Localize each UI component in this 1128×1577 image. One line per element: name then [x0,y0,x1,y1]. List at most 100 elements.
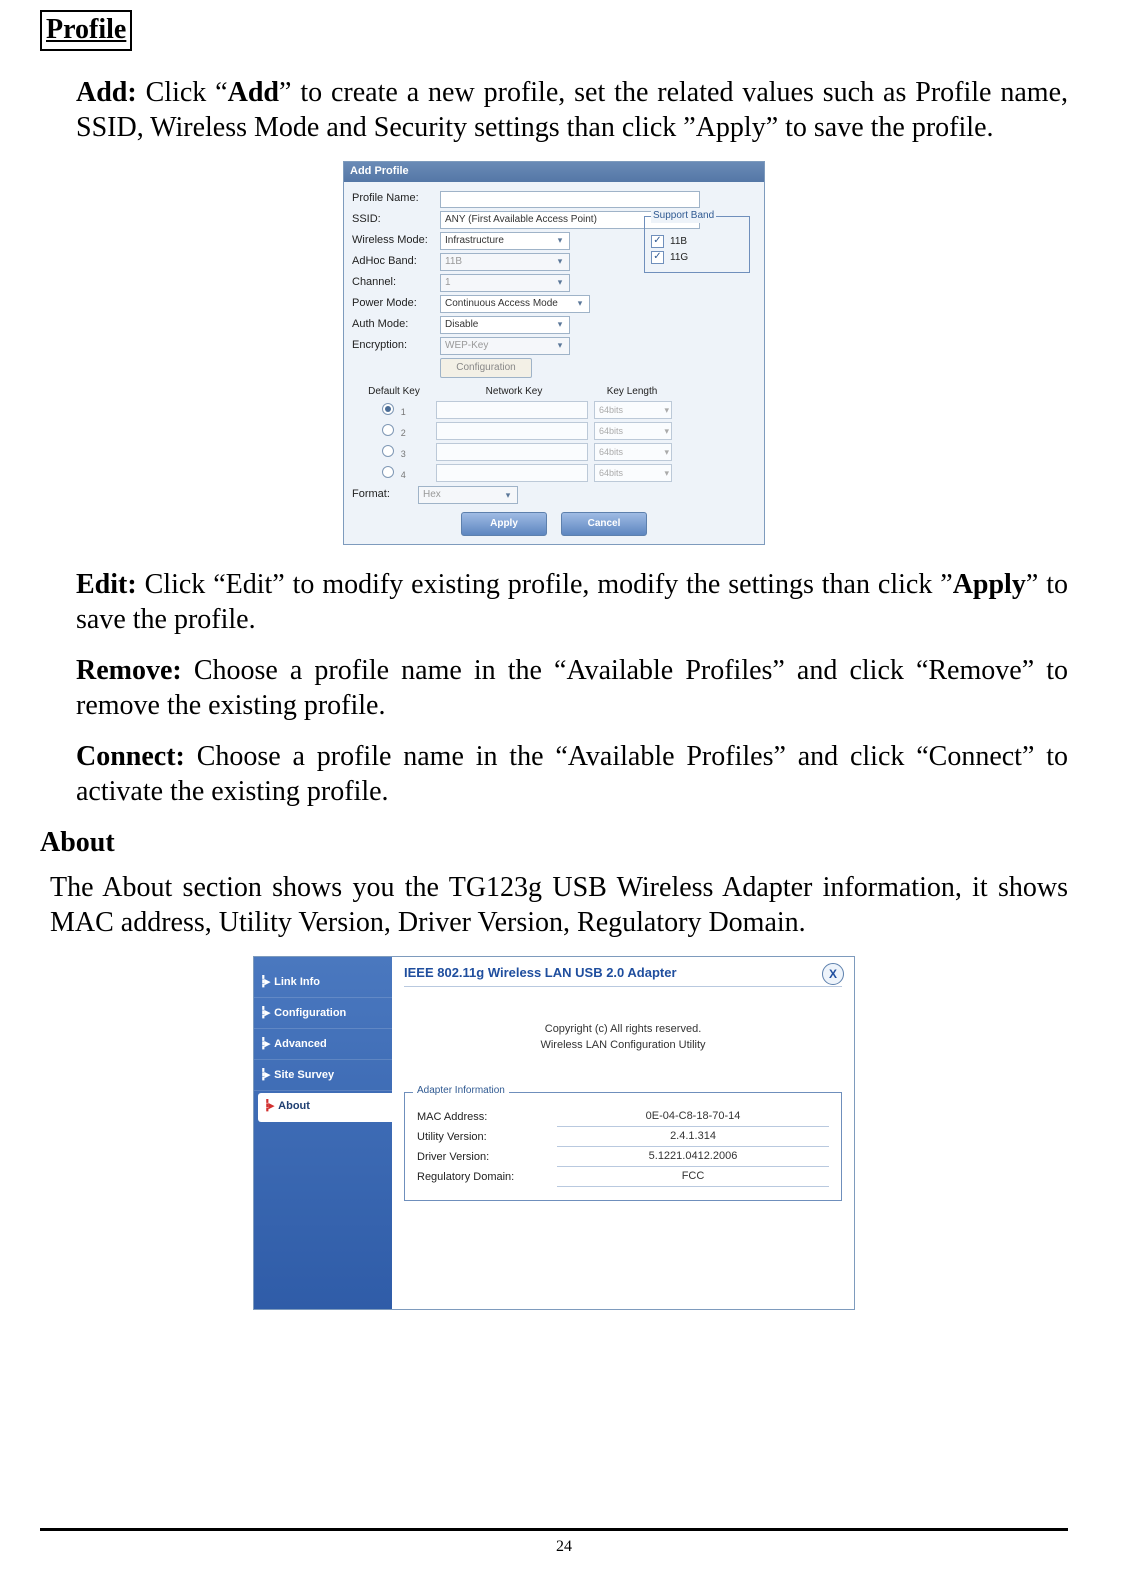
footer-rule [40,1528,1068,1531]
val-utility-version: 2.4.1.314 [557,1130,829,1147]
connect-label: Connect: [76,741,185,772]
chevron-down-icon: ▾ [664,405,669,416]
ssid-value: ANY (First Available Access Point) [445,214,597,227]
about-copyright: Copyright (c) All rights reserved. [404,1021,842,1038]
add-bold: Add [228,77,279,108]
lbl-power-mode: Power Mode: [352,297,434,311]
format-value: Hex [423,489,441,502]
adapter-info-group: Adapter Information MAC Address:0E-04-C8… [404,1092,842,1201]
dialog-title: Add Profile [344,162,764,182]
select-keylen-4: 64bits ▾ [594,464,672,482]
input-profile-name[interactable] [440,191,700,208]
chevron-down-icon: ▾ [664,468,669,479]
sidebar-label-about: About [278,1100,310,1114]
checkbox-11b[interactable]: ✓ [651,235,664,248]
auth-mode-value: Disable [445,319,478,332]
keylen-2-value: 64bits [599,426,623,437]
about-sidebar: ┇▸Link Info ┇▸Configuration ┇▸Advanced ┇… [254,957,392,1309]
input-key-2[interactable] [436,422,588,440]
wireless-mode-value: Infrastructure [445,235,504,248]
sidebar-item-advanced[interactable]: ┇▸Advanced [254,1031,392,1060]
select-keylen-3: 64bits ▾ [594,443,672,461]
connect-text: Choose a profile name in the “Available … [76,741,1068,807]
sidebar-item-site-survey[interactable]: ┇▸ Site Survey [254,1062,392,1091]
select-auth-mode[interactable]: Disable▾ [440,316,570,334]
lbl-format: Format: [352,488,412,502]
chevron-down-icon: ▾ [553,340,567,351]
input-key-1[interactable] [436,401,588,419]
sidebar-label-site-survey: Site Survey [274,1069,334,1083]
chevron-down-icon: ▾ [573,298,587,309]
select-adhoc-band: 11B ▾ [440,253,570,271]
hdr-network-key: Network Key [436,386,592,399]
about-window: ┇▸Link Info ┇▸Configuration ┇▸Advanced ┇… [253,956,855,1310]
key-row-3: 3 64bits▾ [352,443,756,461]
chevron-down-icon: ▾ [553,235,567,246]
bullet-icon: ┇▸ [260,1069,268,1083]
radio-key-4[interactable] [382,466,394,478]
apply-button[interactable]: Apply [461,512,547,536]
sidebar-item-link-info[interactable]: ┇▸Link Info [254,969,392,998]
sidebar-item-configuration[interactable]: ┇▸Configuration [254,1000,392,1029]
remove-label: Remove: [76,655,182,686]
sidebar-label-link-info: Link Info [274,976,320,990]
select-wireless-mode[interactable]: Infrastructure ▾ [440,232,570,250]
edit-bold: Apply [953,569,1026,600]
lbl-wireless-mode: Wireless Mode: [352,234,434,248]
lbl-channel: Channel: [352,276,434,290]
bullet-icon: ┇▸ [264,1100,272,1114]
lbl-11b: 11B [670,236,687,247]
lbl-ssid: SSID: [352,213,434,227]
adhoc-band-value: 11B [445,256,462,269]
about-copy-block: Copyright (c) All rights reserved. Wirel… [404,1021,842,1054]
keylen-1-value: 64bits [599,405,623,416]
support-band-group: Support Band ✓11B ✓11G [644,216,750,273]
chevron-down-icon: ▾ [553,256,567,267]
power-mode-value: Continuous Access Mode [445,298,558,311]
select-channel: 1▾ [440,274,570,292]
add-profile-dialog: Add Profile Profile Name: SSID: ANY (Fir… [343,161,765,545]
chevron-down-icon: ▾ [501,490,515,501]
lbl-adhoc-band: AdHoc Band: [352,255,434,269]
input-key-4[interactable] [436,464,588,482]
cancel-button[interactable]: Cancel [561,512,647,536]
page-number: 24 [0,1537,1128,1557]
add-text-a: Click “ [137,77,228,108]
about-product-line: Wireless LAN Configuration Utility [404,1037,842,1054]
select-power-mode[interactable]: Continuous Access Mode ▾ [440,295,590,313]
radio-key-2[interactable] [382,424,394,436]
remove-text: Choose a profile name in the “Available … [76,655,1068,721]
about-screenshot: ┇▸Link Info ┇▸Configuration ┇▸Advanced ┇… [40,956,1068,1310]
hdr-key-length: Key Length [592,386,672,399]
select-format: Hex ▾ [418,486,518,504]
section-title-profile: Profile [40,10,132,51]
keylen-4-value: 64bits [599,468,623,479]
lbl-driver-version: Driver Version: [417,1151,557,1165]
configuration-button: Configuration [440,358,532,378]
para-connect: Connect: Choose a profile name in the “A… [76,739,1068,809]
radio-key-3[interactable] [382,445,394,457]
input-key-3[interactable] [436,443,588,461]
sidebar-item-about[interactable]: ┇▸ About [258,1093,392,1122]
lbl-auth-mode: Auth Mode: [352,318,434,332]
checkbox-11g[interactable]: ✓ [651,251,664,264]
section-title-about: About [40,825,1068,860]
keylen-3-value: 64bits [599,447,623,458]
about-title: IEEE 802.11g Wireless LAN USB 2.0 Adapte… [404,965,842,986]
edit-label: Edit: [76,569,137,600]
para-remove: Remove: Choose a profile name in the “Av… [76,653,1068,723]
val-regulatory-domain: FCC [557,1170,829,1187]
add-label: Add: [76,77,137,108]
para-about: The About section shows you the TG123g U… [50,870,1068,940]
hdr-default-key: Default Key [352,386,436,399]
lbl-profile-name: Profile Name: [352,192,434,206]
lbl-mac: MAC Address: [417,1111,557,1125]
lbl-encryption: Encryption: [352,339,434,353]
radio-key-1[interactable] [382,403,394,415]
chevron-down-icon: ▾ [664,447,669,458]
select-encryption: WEP-Key▾ [440,337,570,355]
key-row-2: 2 64bits▾ [352,422,756,440]
add-profile-screenshot: Add Profile Profile Name: SSID: ANY (Fir… [40,161,1068,545]
val-mac: 0E-04-C8-18-70-14 [557,1110,829,1127]
val-driver-version: 5.1221.0412.2006 [557,1150,829,1167]
